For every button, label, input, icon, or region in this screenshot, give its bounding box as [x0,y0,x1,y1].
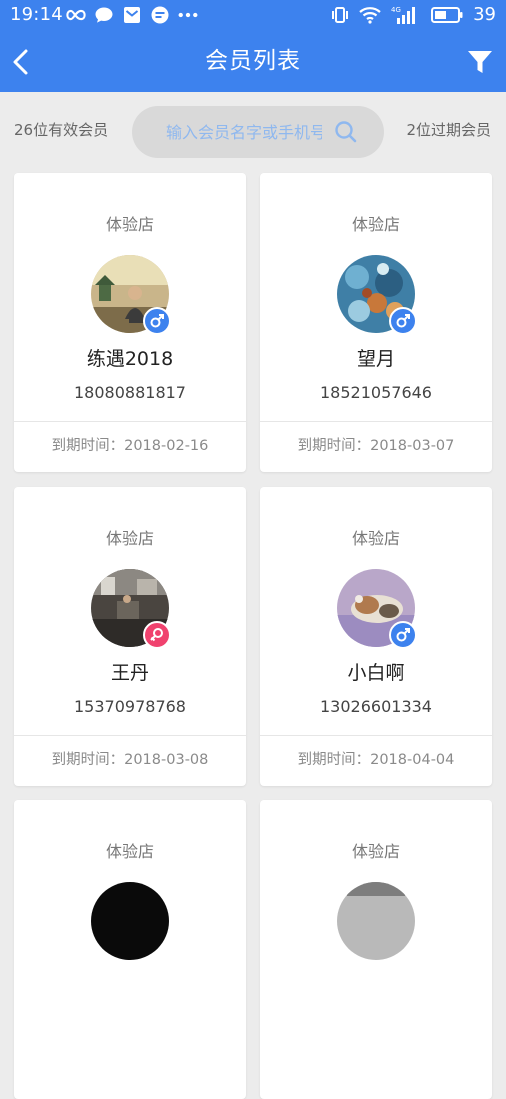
search-box[interactable] [132,106,384,158]
expiry-date: 到期时间：2018-03-07 [297,438,455,454]
member-card[interactable]: 体验店 [14,800,246,1099]
store-name: 体验店 [105,842,154,861]
avatar-container [91,882,169,960]
system-icons: 4G 39 [331,4,496,26]
filter-icon [468,51,492,73]
member-card[interactable]: 体验店 [260,800,492,1099]
member-card[interactable]: 体验店 练遇2018 18080881817 到期时间：2018-02-16 [14,173,246,472]
avatar-container [91,255,171,335]
svg-text:4G: 4G [391,6,401,14]
member-name: 王丹 [110,662,149,684]
member-phone: 18521057646 [320,383,432,402]
message-icon [150,5,170,25]
member-card[interactable]: 体验店 王丹 15370978768 到期时间：2018-03-08 [14,487,246,786]
store-name: 体验店 [105,215,154,234]
wifi-icon [359,5,381,25]
member-card[interactable]: 体验店 望月 18521057646 到期时间：2018-03-07 [260,173,492,472]
more-dots-icon [178,5,198,25]
avatar-container [91,569,171,649]
member-name: 望月 [356,348,395,370]
notification-icons [66,5,198,25]
divider [260,421,492,422]
member-phone: 18080881817 [74,383,186,402]
expiry-date: 到期时间：2018-02-16 [51,438,209,454]
battery-level: 39 [473,4,496,25]
battery-icon [431,5,463,25]
filter-button[interactable] [466,48,494,76]
status-time: 19:14 [10,4,63,25]
page-title: 会员列表 [205,48,301,74]
avatar-container [337,255,417,335]
vibrate-icon [331,5,349,25]
chat-bubble-icon [94,5,114,25]
avatar [337,882,415,960]
search-icon[interactable] [334,120,358,144]
mail-icon [122,5,142,25]
male-icon [389,621,417,649]
app-bar: 会员列表 [0,32,506,92]
divider [14,735,246,736]
signal-4g-icon: 4G [391,5,421,25]
divider [260,735,492,736]
valid-member-count[interactable]: 26位有效会员 [14,119,108,141]
store-name: 体验店 [351,215,400,234]
store-name: 体验店 [351,842,400,861]
female-icon [143,621,171,649]
member-card[interactable]: 体验店 小白啊 13026601334 到期时间：2018-04-04 [260,487,492,786]
male-icon [389,307,417,335]
male-icon [143,307,171,335]
avatar-container [337,569,417,649]
infinity-icon [66,5,86,25]
expired-member-count[interactable]: 2位过期会员 [406,119,491,141]
avatar-container [337,882,415,960]
search-input[interactable] [166,119,322,145]
member-phone: 15370978768 [74,697,186,716]
divider [14,421,246,422]
member-name: 小白啊 [347,662,405,684]
expiry-date: 到期时间：2018-03-08 [51,752,209,768]
member-phone: 13026601334 [320,697,432,716]
search-row: 26位有效会员 2位过期会员 [0,92,506,170]
member-name: 练遇2018 [86,348,174,370]
avatar [91,882,169,960]
expiry-date: 到期时间：2018-04-04 [297,752,455,768]
status-bar: 19:14 4G 39 [0,0,506,32]
store-name: 体验店 [105,529,154,548]
store-name: 体验店 [351,529,400,548]
